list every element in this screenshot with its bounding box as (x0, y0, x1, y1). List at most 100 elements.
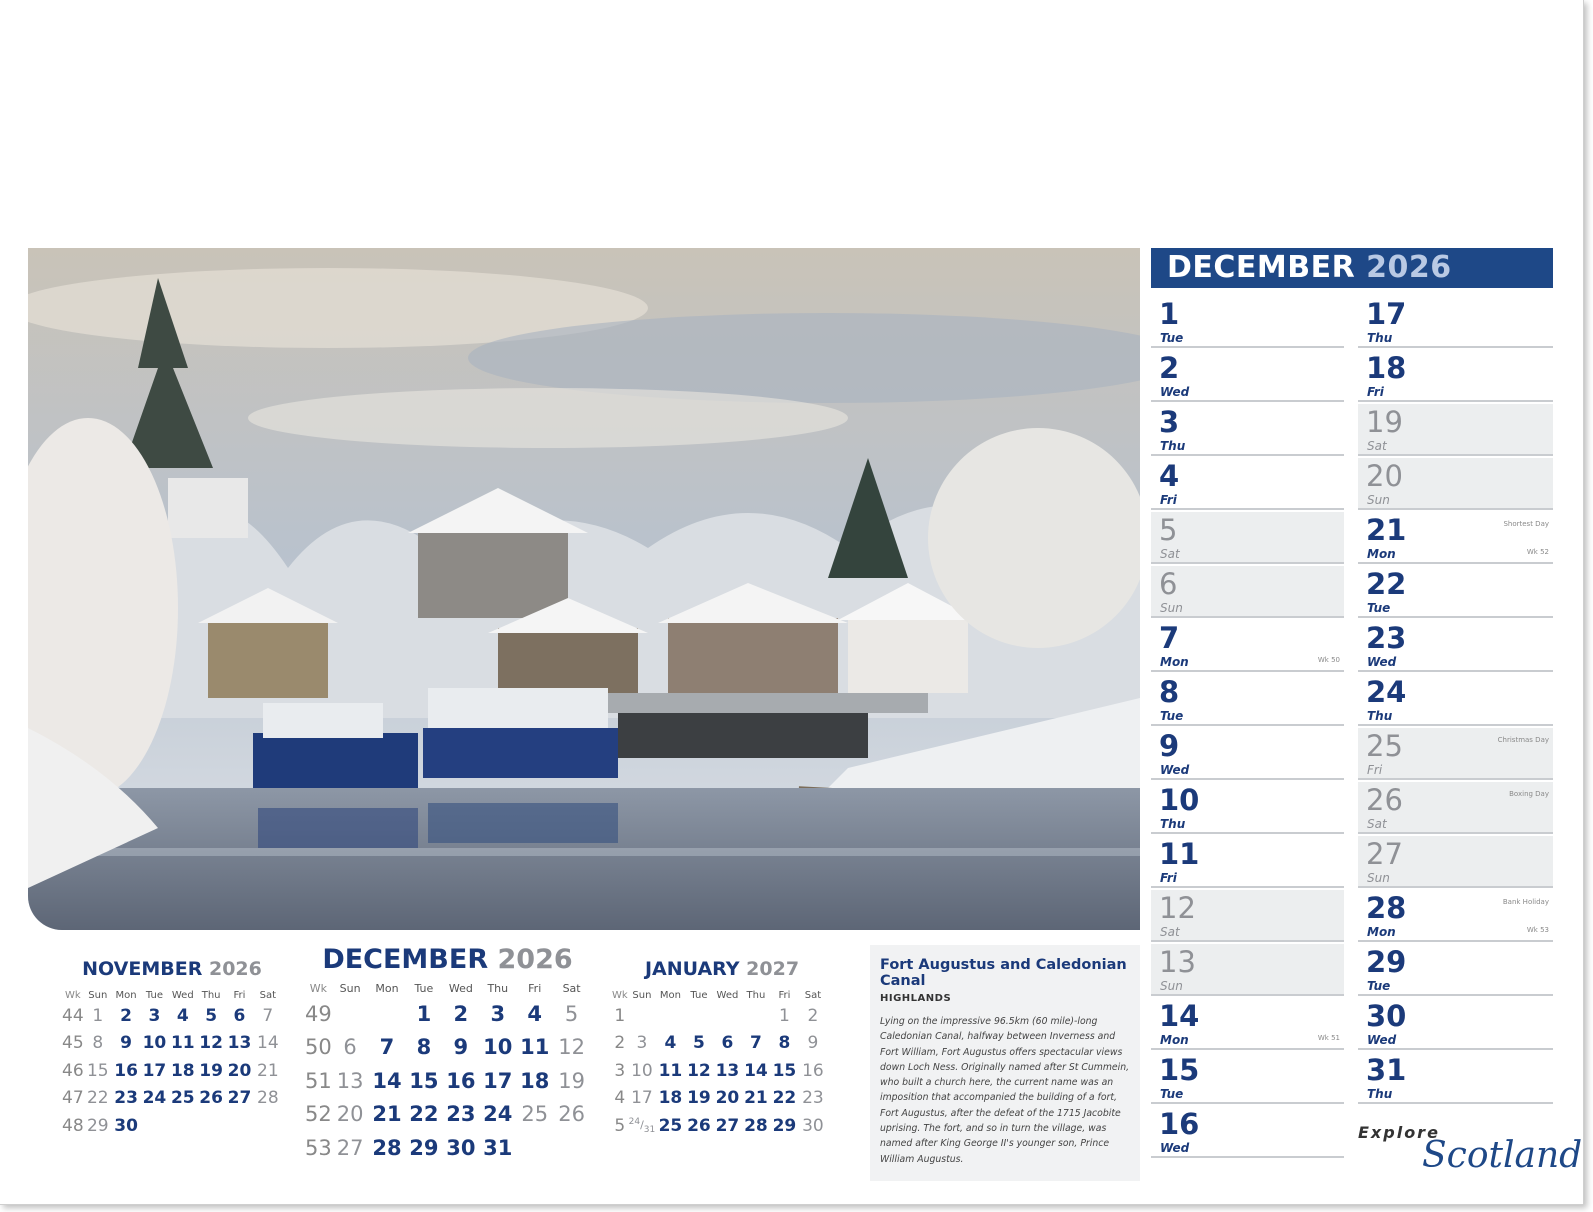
week-number: 46 (62, 1060, 84, 1081)
weekday-header: Tue (145, 989, 163, 1001)
mini-calendar-grid: Wk Sun Mon Tue Wed Thu Fri Sat 49 1 2 3 4 5 50 6 7 8 9 10 11… (305, 979, 590, 1165)
mini-year: 2027 (746, 958, 800, 980)
date-cell (553, 1131, 590, 1165)
date-cell: 8 (778, 1033, 791, 1054)
day-number: 1 (1159, 297, 1180, 331)
date-cell: 16 (802, 1060, 824, 1081)
day-number: 10 (1159, 783, 1200, 817)
day-name: Wed (1160, 385, 1190, 399)
mini-year: 2026 (497, 944, 573, 975)
date-cell: 24 (483, 1102, 513, 1127)
date-cell: 6 (721, 1033, 734, 1054)
date-cell: 17 (142, 1060, 167, 1081)
date-cell: 29 (409, 1135, 439, 1160)
date-cell: 23 (802, 1088, 824, 1109)
day-number: 21 (1366, 513, 1407, 547)
date-cell: 5 (564, 1001, 579, 1026)
day-name: Mon (1160, 655, 1189, 669)
day-row: 4 Fri (1151, 458, 1344, 510)
day-name: Wed (1160, 763, 1190, 777)
day-number: 14 (1159, 999, 1200, 1033)
weekday-header: Sat (804, 989, 822, 1001)
day-name: Wed (1160, 1141, 1190, 1155)
weekday-header: Wed (171, 989, 194, 1001)
weekday-header: Thu (746, 989, 766, 1001)
date-cell: 20 (227, 1060, 252, 1081)
weekday-header: Sun (339, 981, 361, 995)
date-cell (169, 1112, 197, 1140)
week-number: 49 (305, 1001, 332, 1026)
weekday-header: Sun (632, 989, 652, 1001)
day-name: Fri (1367, 385, 1384, 399)
date-cell: 18 (520, 1068, 550, 1093)
date-cell (332, 997, 369, 1031)
day-row: 17 Thu (1358, 296, 1553, 348)
holiday-label: Shortest Day (1503, 520, 1549, 528)
day-row: 9 Wed (1151, 728, 1344, 780)
day-row: 22 Tue (1358, 566, 1553, 618)
date-cell: 9 (120, 1033, 133, 1054)
day-name: Tue (1367, 601, 1391, 615)
date-cell: 8 (416, 1035, 432, 1060)
day-row: 27 Sun (1358, 836, 1553, 888)
date-cell: 23 (446, 1102, 476, 1127)
day-number: 18 (1366, 351, 1407, 385)
day-number: 24 (1366, 675, 1407, 709)
date-cell: 11 (520, 1035, 550, 1060)
date-cell: 19 (558, 1068, 585, 1093)
day-number: 20 (1366, 459, 1403, 493)
date-cell: 9 (807, 1033, 819, 1054)
week-number: Wk 51 (1317, 1034, 1340, 1042)
date-cell (197, 1112, 225, 1140)
day-name: Wed (1367, 655, 1397, 669)
day-row: 13 Sun (1151, 944, 1344, 996)
date-cell: 12 (558, 1035, 585, 1060)
date-cell: 21 (257, 1060, 279, 1081)
date-cell: 7 (262, 1005, 274, 1026)
mini-calendar-january: JANUARY 2027 Wk Sun Mon Tue Wed Thu Fri Sat 1 1 2 2… (612, 958, 832, 1140)
day-number: 9 (1159, 729, 1180, 763)
date-cell: 18 (170, 1060, 195, 1081)
day-number: 31 (1366, 1053, 1407, 1087)
day-name: Sun (1367, 871, 1390, 885)
date-cell (713, 1002, 742, 1030)
date-cell: 28 (257, 1088, 279, 1109)
date-cell: 10 (142, 1033, 167, 1054)
day-number: 3 (1159, 405, 1180, 439)
holiday-label: Bank Holiday (1502, 898, 1549, 906)
weekday-header: Mon (659, 989, 681, 1001)
date-cell: 31 (483, 1135, 513, 1160)
day-row: 5 Sat (1151, 512, 1344, 564)
date-cell (140, 1112, 168, 1140)
day-row: 21 Mon Shortest Day Wk 52 (1358, 512, 1553, 564)
mini-calendar-grid: Wk Sun Mon Tue Wed Thu Fri Sat 1 1 2 2 3 4 5 6 7 8 9 3 10 11 1… (612, 988, 827, 1140)
holiday-label: Boxing Day (1509, 790, 1549, 798)
date-cell: 6 (343, 1035, 357, 1060)
date-cell: 3 (636, 1033, 648, 1054)
day-row: 31 Thu (1358, 1052, 1553, 1104)
date-cell: 28 (372, 1135, 402, 1160)
week-number: 52 (305, 1102, 332, 1127)
date-cell: 29 (772, 1115, 797, 1136)
date-cell: 3 (490, 1001, 506, 1026)
mini-calendar-title: JANUARY 2027 (612, 958, 832, 980)
mini-month: DECEMBER (322, 944, 489, 975)
day-name: Sun (1367, 493, 1390, 507)
day-row: 23 Wed (1358, 620, 1553, 672)
date-cell: 25 (170, 1088, 195, 1109)
week-number: 4 (614, 1088, 626, 1109)
date-cell: 21 (372, 1102, 402, 1127)
day-row: 30 Wed (1358, 998, 1553, 1050)
week-number: 47 (62, 1088, 84, 1109)
week-number: 5 (614, 1115, 626, 1136)
date-cell: 20 (336, 1102, 364, 1127)
week-number: 50 (305, 1035, 332, 1060)
day-name: Sat (1367, 817, 1387, 831)
month-year: 2026 (1366, 250, 1452, 285)
day-row: 2 Wed (1151, 350, 1344, 402)
weekday-header: Sun (88, 989, 108, 1001)
date-cell (656, 1002, 685, 1030)
day-row: 1 Tue (1151, 296, 1344, 348)
date-cell: 30 (114, 1115, 138, 1136)
date-cell (628, 1002, 657, 1030)
